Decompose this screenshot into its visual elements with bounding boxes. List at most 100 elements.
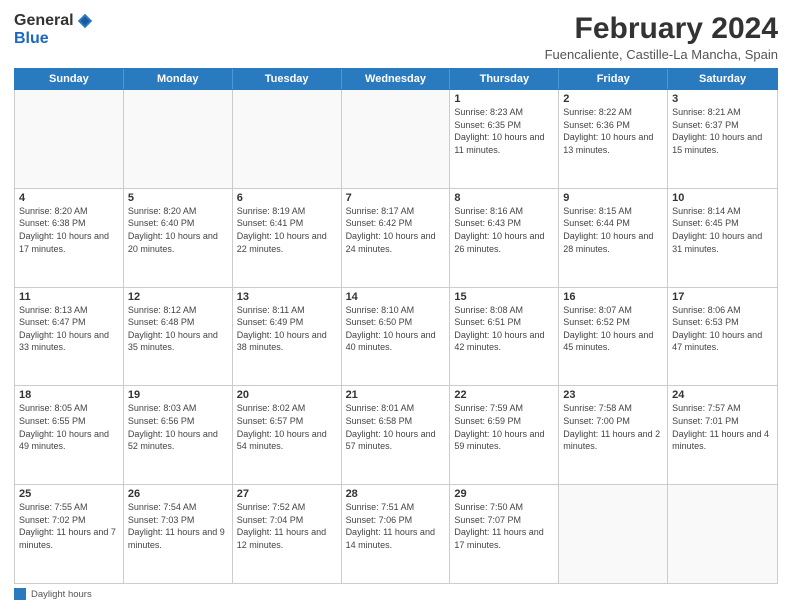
day-number: 26 bbox=[128, 488, 228, 500]
day-number: 10 bbox=[672, 192, 773, 204]
day-info: Sunrise: 8:19 AM Sunset: 6:41 PM Dayligh… bbox=[237, 205, 337, 255]
calendar-cell: 13Sunrise: 8:11 AM Sunset: 6:49 PM Dayli… bbox=[233, 288, 342, 386]
logo-icon bbox=[76, 12, 94, 30]
calendar-cell: 16Sunrise: 8:07 AM Sunset: 6:52 PM Dayli… bbox=[559, 288, 668, 386]
header-day: Tuesday bbox=[233, 69, 342, 89]
page: General Blue February 2024 Fuencaliente,… bbox=[0, 0, 792, 612]
day-info: Sunrise: 8:07 AM Sunset: 6:52 PM Dayligh… bbox=[563, 304, 663, 354]
header-day: Friday bbox=[559, 69, 668, 89]
calendar-cell bbox=[15, 90, 124, 188]
day-info: Sunrise: 8:15 AM Sunset: 6:44 PM Dayligh… bbox=[563, 205, 663, 255]
month-title: February 2024 bbox=[545, 12, 778, 45]
day-number: 2 bbox=[563, 93, 663, 105]
day-number: 7 bbox=[346, 192, 446, 204]
legend-label: Daylight hours bbox=[31, 589, 92, 600]
day-number: 5 bbox=[128, 192, 228, 204]
calendar-cell: 23Sunrise: 7:58 AM Sunset: 7:00 PM Dayli… bbox=[559, 386, 668, 484]
day-info: Sunrise: 8:01 AM Sunset: 6:58 PM Dayligh… bbox=[346, 402, 446, 452]
calendar-row: 4Sunrise: 8:20 AM Sunset: 6:38 PM Daylig… bbox=[15, 189, 777, 288]
day-number: 13 bbox=[237, 291, 337, 303]
calendar-cell bbox=[342, 90, 451, 188]
calendar-cell: 5Sunrise: 8:20 AM Sunset: 6:40 PM Daylig… bbox=[124, 189, 233, 287]
day-number: 27 bbox=[237, 488, 337, 500]
day-number: 16 bbox=[563, 291, 663, 303]
calendar-cell: 20Sunrise: 8:02 AM Sunset: 6:57 PM Dayli… bbox=[233, 386, 342, 484]
legend: Daylight hours bbox=[14, 588, 778, 600]
legend-box bbox=[14, 588, 26, 600]
day-number: 28 bbox=[346, 488, 446, 500]
calendar-cell: 8Sunrise: 8:16 AM Sunset: 6:43 PM Daylig… bbox=[450, 189, 559, 287]
calendar-cell: 3Sunrise: 8:21 AM Sunset: 6:37 PM Daylig… bbox=[668, 90, 777, 188]
logo-text: General bbox=[14, 12, 94, 30]
day-info: Sunrise: 7:55 AM Sunset: 7:02 PM Dayligh… bbox=[19, 501, 119, 551]
day-number: 19 bbox=[128, 389, 228, 401]
day-number: 24 bbox=[672, 389, 773, 401]
day-number: 18 bbox=[19, 389, 119, 401]
calendar-cell bbox=[668, 485, 777, 583]
day-number: 17 bbox=[672, 291, 773, 303]
day-number: 6 bbox=[237, 192, 337, 204]
day-info: Sunrise: 8:16 AM Sunset: 6:43 PM Dayligh… bbox=[454, 205, 554, 255]
calendar-cell: 27Sunrise: 7:52 AM Sunset: 7:04 PM Dayli… bbox=[233, 485, 342, 583]
header-day: Thursday bbox=[450, 69, 559, 89]
day-number: 4 bbox=[19, 192, 119, 204]
day-number: 11 bbox=[19, 291, 119, 303]
calendar-cell: 25Sunrise: 7:55 AM Sunset: 7:02 PM Dayli… bbox=[15, 485, 124, 583]
calendar-cell bbox=[233, 90, 342, 188]
calendar-cell: 7Sunrise: 8:17 AM Sunset: 6:42 PM Daylig… bbox=[342, 189, 451, 287]
logo: General Blue bbox=[14, 12, 94, 48]
day-info: Sunrise: 8:03 AM Sunset: 6:56 PM Dayligh… bbox=[128, 402, 228, 452]
day-info: Sunrise: 8:05 AM Sunset: 6:55 PM Dayligh… bbox=[19, 402, 119, 452]
day-number: 25 bbox=[19, 488, 119, 500]
day-info: Sunrise: 8:12 AM Sunset: 6:48 PM Dayligh… bbox=[128, 304, 228, 354]
calendar-cell: 26Sunrise: 7:54 AM Sunset: 7:03 PM Dayli… bbox=[124, 485, 233, 583]
day-info: Sunrise: 8:06 AM Sunset: 6:53 PM Dayligh… bbox=[672, 304, 773, 354]
day-number: 22 bbox=[454, 389, 554, 401]
calendar-body: 1Sunrise: 8:23 AM Sunset: 6:35 PM Daylig… bbox=[14, 90, 778, 584]
day-number: 9 bbox=[563, 192, 663, 204]
day-info: Sunrise: 7:58 AM Sunset: 7:00 PM Dayligh… bbox=[563, 402, 663, 452]
calendar-cell: 11Sunrise: 8:13 AM Sunset: 6:47 PM Dayli… bbox=[15, 288, 124, 386]
header-day: Saturday bbox=[668, 69, 777, 89]
day-info: Sunrise: 7:59 AM Sunset: 6:59 PM Dayligh… bbox=[454, 402, 554, 452]
day-info: Sunrise: 7:50 AM Sunset: 7:07 PM Dayligh… bbox=[454, 501, 554, 551]
calendar-cell: 10Sunrise: 8:14 AM Sunset: 6:45 PM Dayli… bbox=[668, 189, 777, 287]
calendar-cell: 1Sunrise: 8:23 AM Sunset: 6:35 PM Daylig… bbox=[450, 90, 559, 188]
calendar-cell: 2Sunrise: 8:22 AM Sunset: 6:36 PM Daylig… bbox=[559, 90, 668, 188]
day-info: Sunrise: 8:20 AM Sunset: 6:38 PM Dayligh… bbox=[19, 205, 119, 255]
day-info: Sunrise: 8:17 AM Sunset: 6:42 PM Dayligh… bbox=[346, 205, 446, 255]
calendar-row: 11Sunrise: 8:13 AM Sunset: 6:47 PM Dayli… bbox=[15, 288, 777, 387]
day-info: Sunrise: 7:54 AM Sunset: 7:03 PM Dayligh… bbox=[128, 501, 228, 551]
calendar-cell: 9Sunrise: 8:15 AM Sunset: 6:44 PM Daylig… bbox=[559, 189, 668, 287]
day-info: Sunrise: 7:52 AM Sunset: 7:04 PM Dayligh… bbox=[237, 501, 337, 551]
day-number: 21 bbox=[346, 389, 446, 401]
logo-blue: Blue bbox=[14, 30, 49, 48]
header-day: Sunday bbox=[15, 69, 124, 89]
header: General Blue February 2024 Fuencaliente,… bbox=[14, 12, 778, 62]
day-number: 23 bbox=[563, 389, 663, 401]
day-number: 20 bbox=[237, 389, 337, 401]
header-day: Wednesday bbox=[342, 69, 451, 89]
day-info: Sunrise: 8:02 AM Sunset: 6:57 PM Dayligh… bbox=[237, 402, 337, 452]
day-info: Sunrise: 8:13 AM Sunset: 6:47 PM Dayligh… bbox=[19, 304, 119, 354]
calendar-row: 18Sunrise: 8:05 AM Sunset: 6:55 PM Dayli… bbox=[15, 386, 777, 485]
day-number: 3 bbox=[672, 93, 773, 105]
day-number: 14 bbox=[346, 291, 446, 303]
calendar-cell bbox=[124, 90, 233, 188]
calendar-cell: 15Sunrise: 8:08 AM Sunset: 6:51 PM Dayli… bbox=[450, 288, 559, 386]
day-info: Sunrise: 7:57 AM Sunset: 7:01 PM Dayligh… bbox=[672, 402, 773, 452]
day-info: Sunrise: 8:20 AM Sunset: 6:40 PM Dayligh… bbox=[128, 205, 228, 255]
calendar-cell: 6Sunrise: 8:19 AM Sunset: 6:41 PM Daylig… bbox=[233, 189, 342, 287]
calendar-cell: 21Sunrise: 8:01 AM Sunset: 6:58 PM Dayli… bbox=[342, 386, 451, 484]
calendar-cell: 14Sunrise: 8:10 AM Sunset: 6:50 PM Dayli… bbox=[342, 288, 451, 386]
logo-general: General bbox=[14, 12, 74, 30]
calendar-header: SundayMondayTuesdayWednesdayThursdayFrid… bbox=[14, 68, 778, 90]
location: Fuencaliente, Castille-La Mancha, Spain bbox=[545, 47, 778, 62]
calendar-row: 25Sunrise: 7:55 AM Sunset: 7:02 PM Dayli… bbox=[15, 485, 777, 583]
day-info: Sunrise: 7:51 AM Sunset: 7:06 PM Dayligh… bbox=[346, 501, 446, 551]
calendar-cell: 29Sunrise: 7:50 AM Sunset: 7:07 PM Dayli… bbox=[450, 485, 559, 583]
day-number: 8 bbox=[454, 192, 554, 204]
day-info: Sunrise: 8:08 AM Sunset: 6:51 PM Dayligh… bbox=[454, 304, 554, 354]
day-number: 29 bbox=[454, 488, 554, 500]
calendar-cell: 28Sunrise: 7:51 AM Sunset: 7:06 PM Dayli… bbox=[342, 485, 451, 583]
